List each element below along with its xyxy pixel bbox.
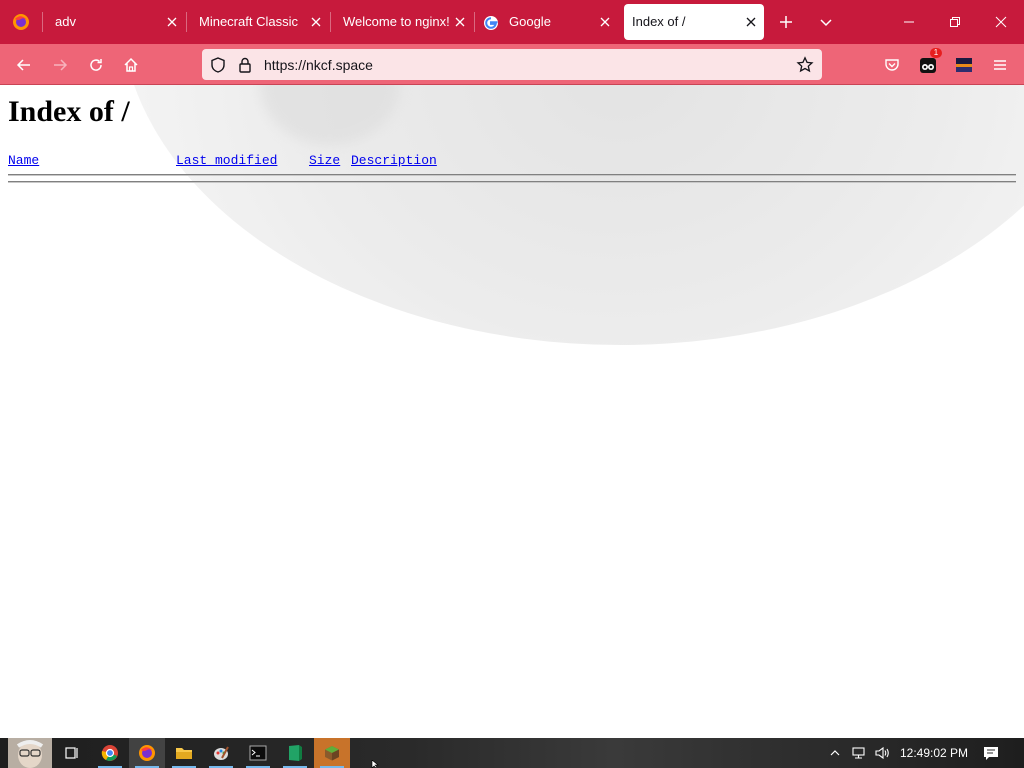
reload-icon xyxy=(90,59,102,71)
folder-icon xyxy=(176,748,192,759)
close-icon[interactable] xyxy=(165,15,179,29)
plus-icon xyxy=(780,16,792,28)
extension-button[interactable]: 1 xyxy=(914,48,942,79)
taskbar-app-green[interactable] xyxy=(277,738,313,768)
close-window-button[interactable] xyxy=(978,0,1024,44)
minimize-button[interactable] xyxy=(886,0,932,44)
chevron-down-icon xyxy=(820,19,832,27)
extension-badge: 1 xyxy=(930,48,942,58)
chrome-icon xyxy=(101,745,118,761)
home-icon xyxy=(124,57,138,72)
minimize-icon xyxy=(904,21,914,23)
arrow-right-icon xyxy=(54,59,68,71)
hamburger-icon xyxy=(994,60,1006,70)
taskbar-file-explorer[interactable] xyxy=(166,738,202,768)
tab-google[interactable]: Google xyxy=(474,4,618,40)
tab-index-of[interactable]: Index of / xyxy=(624,4,764,40)
page-content: Index of / Name Last modified Size Descr… xyxy=(0,85,1024,738)
taskbar-paint[interactable] xyxy=(203,738,239,768)
arrow-left-icon xyxy=(16,59,30,71)
tab-label: Google xyxy=(509,14,551,29)
close-icon xyxy=(995,16,1007,28)
task-view-button[interactable] xyxy=(54,738,90,768)
background-image xyxy=(120,85,1024,345)
container-button[interactable] xyxy=(950,51,978,79)
taskbar-clock[interactable]: 12:49:02 PM xyxy=(900,746,968,760)
terminal-icon xyxy=(249,745,267,761)
document-icon xyxy=(289,745,302,761)
extension-icon xyxy=(920,58,936,73)
taskbar: 12:49:02 PM xyxy=(0,738,1024,768)
network-icon xyxy=(852,747,865,759)
tab-label: Index of / xyxy=(632,14,686,29)
minecraft-icon xyxy=(325,746,339,761)
lock-icon[interactable] xyxy=(236,56,254,74)
home-button[interactable] xyxy=(117,51,145,79)
google-icon xyxy=(484,16,498,30)
network-tray-button[interactable] xyxy=(850,744,868,762)
close-icon[interactable] xyxy=(744,15,758,29)
tab-label: Welcome to nginx! xyxy=(343,14,450,29)
mouse-cursor-icon xyxy=(371,760,379,768)
divider xyxy=(8,174,1016,176)
column-header-description[interactable]: Description xyxy=(351,153,437,168)
volume-tray-button[interactable] xyxy=(873,744,891,762)
address-bar[interactable]: https://nkcf.space xyxy=(202,49,822,80)
column-header-size[interactable]: Size xyxy=(309,153,340,168)
reload-button[interactable] xyxy=(82,51,110,79)
task-view-icon xyxy=(65,747,78,759)
star-icon[interactable] xyxy=(796,56,814,74)
tab-label: adv xyxy=(55,14,76,29)
close-icon[interactable] xyxy=(309,15,323,29)
list-all-tabs-button[interactable] xyxy=(812,8,840,36)
show-hidden-icons-button[interactable] xyxy=(826,744,844,762)
tab-strip: adv Minecraft Classic Welcome to nginx! … xyxy=(0,0,1024,44)
shield-icon[interactable] xyxy=(209,56,227,74)
tab-adv[interactable]: adv xyxy=(42,4,185,40)
forward-button[interactable] xyxy=(46,51,74,79)
close-icon[interactable] xyxy=(598,15,612,29)
taskbar-firefox[interactable] xyxy=(129,738,165,768)
column-header-name[interactable]: Name xyxy=(8,153,39,168)
column-header-last-modified[interactable]: Last modified xyxy=(176,153,277,168)
paint-icon xyxy=(214,746,229,760)
firefox-menu-icon[interactable] xyxy=(0,0,42,44)
new-tab-button[interactable] xyxy=(772,8,800,36)
taskbar-minecraft[interactable] xyxy=(314,738,350,768)
action-center-button[interactable] xyxy=(982,744,1000,762)
restore-button[interactable] xyxy=(932,0,978,44)
navigation-toolbar: https://nkcf.space 1 xyxy=(0,44,1024,85)
back-button[interactable] xyxy=(10,51,38,79)
menu-button[interactable] xyxy=(986,51,1014,79)
close-icon[interactable] xyxy=(453,15,467,29)
page-title: Index of / xyxy=(8,95,130,128)
taskbar-chrome[interactable] xyxy=(92,738,128,768)
firefox-icon xyxy=(139,745,155,761)
avatar[interactable] xyxy=(8,738,52,768)
tab-label: Minecraft Classic xyxy=(199,14,298,29)
tab-nginx[interactable]: Welcome to nginx! xyxy=(330,4,473,40)
restore-icon xyxy=(950,17,960,27)
speaker-icon xyxy=(875,746,889,760)
container-icon xyxy=(956,58,972,72)
pocket-icon xyxy=(885,59,899,71)
notification-icon xyxy=(984,747,998,760)
taskbar-command-prompt[interactable] xyxy=(240,738,276,768)
chevron-up-icon xyxy=(830,750,840,756)
tab-minecraft-classic[interactable]: Minecraft Classic xyxy=(186,4,329,40)
divider xyxy=(8,181,1016,183)
pocket-button[interactable] xyxy=(878,51,906,79)
url-text[interactable]: https://nkcf.space xyxy=(264,57,373,73)
